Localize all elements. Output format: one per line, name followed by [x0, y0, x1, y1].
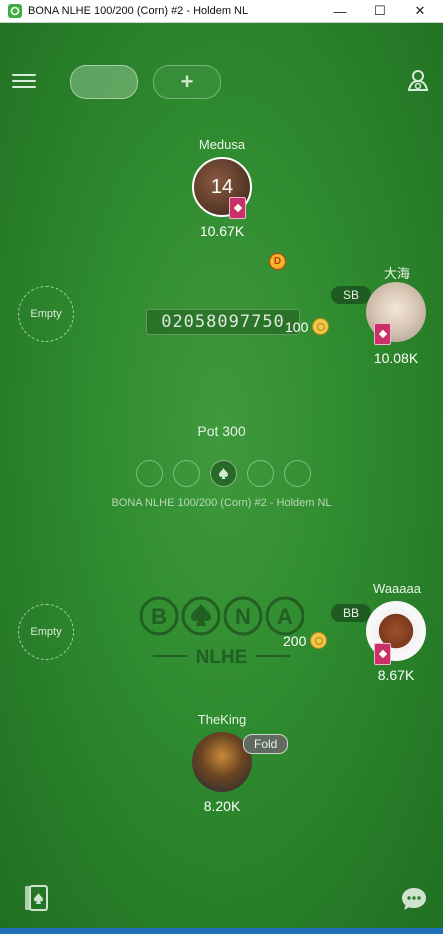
board-card-slot [247, 460, 274, 487]
chips-top: 10.67K [199, 223, 245, 239]
pot-amount: Pot 300 [197, 423, 246, 439]
empty-seat-left-upper[interactable]: Empty [18, 286, 74, 342]
poker-table: + Medusa 14 10.67K D Empty Empty 0205809… [0, 23, 443, 928]
window-title: BONA NLHE 100/200 (Corn) #2 - Holdem NL [28, 5, 249, 17]
bet-amount: 100 [285, 318, 309, 335]
position-badge-bb: BB [331, 604, 372, 622]
toggle-pill-button[interactable] [70, 65, 138, 99]
chips-bottom: 8.20K [203, 798, 241, 814]
board-logo-icon [210, 460, 237, 487]
os-taskbar [0, 928, 443, 934]
board-card-slot [173, 460, 200, 487]
plus-icon: + [180, 69, 194, 94]
settings-icon[interactable] [405, 67, 431, 93]
board-card-slot [136, 460, 163, 487]
svg-text:N: N [235, 604, 251, 629]
card-icon [374, 323, 391, 345]
svg-text:A: A [277, 604, 293, 629]
card-icon[interactable] [24, 885, 48, 916]
player-name-right-lower: Waaaaa [373, 581, 421, 596]
position-badge-sb: SB [331, 286, 372, 304]
board-card-slot [284, 460, 311, 487]
window-titlebar: BONA NLHE 100/200 (Corn) #2 - Holdem NL … [0, 0, 443, 23]
chat-icon[interactable] [401, 886, 427, 917]
hand-number: 02058097750 [146, 309, 300, 335]
svg-text:NLHE: NLHE [196, 647, 248, 668]
chips-right-lower: 8.67K [377, 667, 415, 683]
menu-icon[interactable] [12, 70, 36, 92]
player-name-bottom: TheKing [197, 712, 247, 727]
player-name-top: Medusa [198, 137, 246, 152]
coin-icon [310, 632, 328, 649]
svg-text:B: B [151, 604, 167, 629]
close-button[interactable]: ✕ [400, 0, 440, 22]
bet-right-upper: 100 [285, 318, 330, 335]
coin-icon [312, 318, 330, 335]
card-icon [374, 643, 391, 665]
fold-badge: Fold [243, 734, 289, 754]
bona-logo: B N A NLHE [139, 596, 305, 671]
app-icon [8, 4, 22, 18]
empty-seat-left-lower[interactable]: Empty [18, 604, 74, 660]
card-icon [229, 197, 246, 219]
bet-right-lower: 200 [283, 632, 328, 649]
board-cards [136, 460, 311, 487]
add-button[interactable]: + [153, 65, 221, 99]
table-name: BONA NLHE 100/200 (Corn) #2 - Holdem NL [111, 497, 332, 509]
maximize-button[interactable]: ☐ [360, 0, 400, 22]
minimize-button[interactable]: — [320, 0, 360, 22]
player-name-right-upper: 大海 [383, 266, 410, 281]
bet-amount: 200 [283, 632, 307, 649]
chips-right-upper: 10.08K [373, 350, 419, 366]
dealer-button: D [269, 253, 286, 270]
